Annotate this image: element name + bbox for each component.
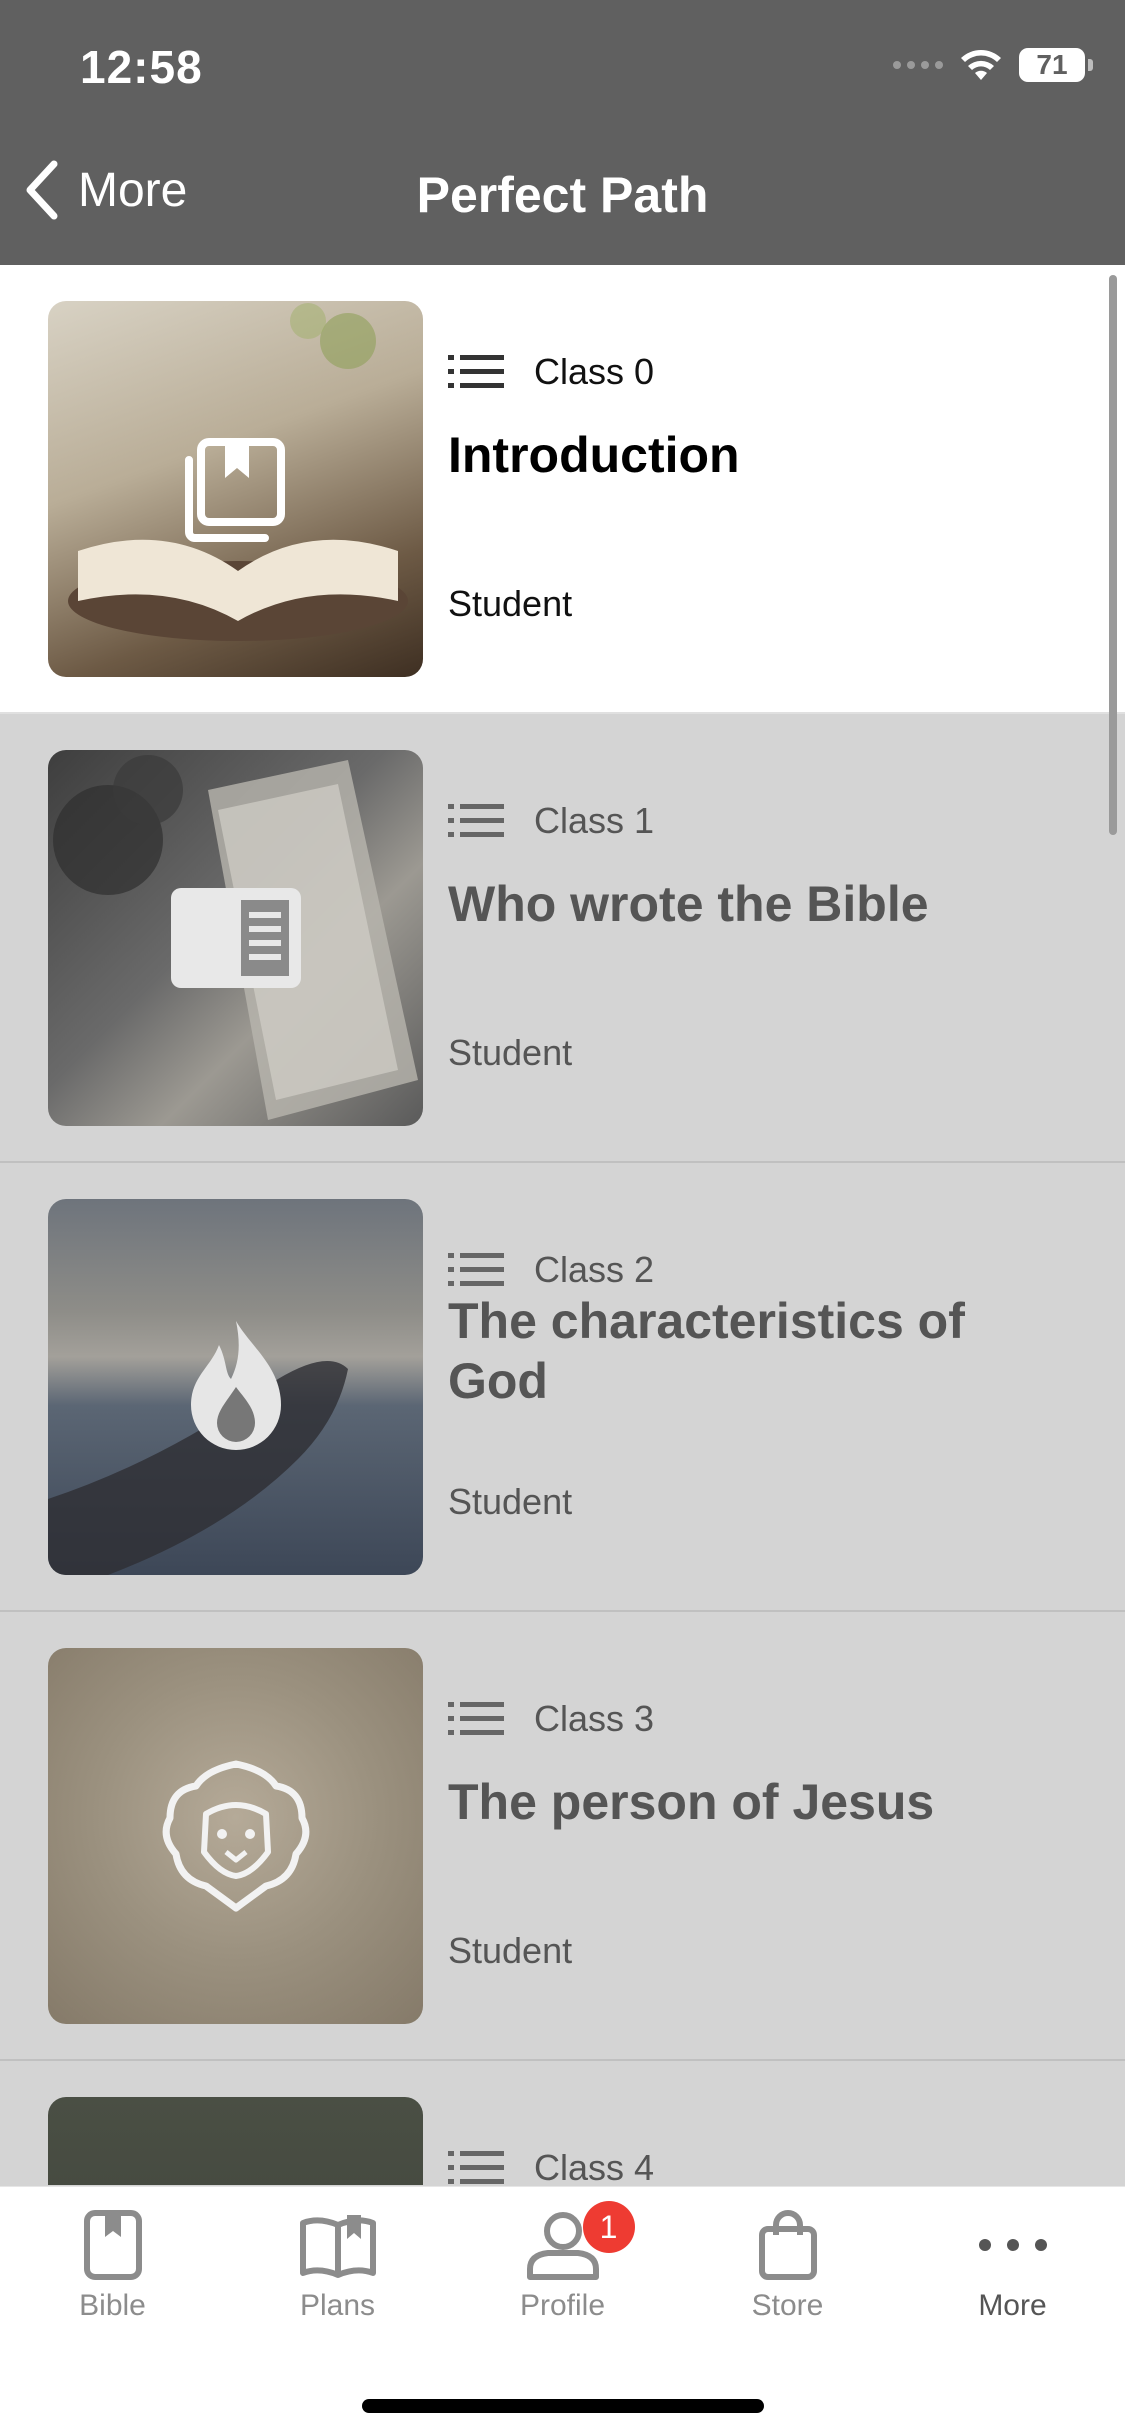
lesson-thumbnail xyxy=(48,2097,423,2185)
lesson-title: The person of Jesus xyxy=(448,1774,935,1830)
wifi-icon xyxy=(961,50,1001,80)
lesson-meta: Class 2 The characteristics of God Stude… xyxy=(448,1163,1068,1610)
lesson-thumbnail xyxy=(48,1648,423,2024)
list-item[interactable]: Class 3 The person of Jesus Student xyxy=(0,1612,1125,2061)
class-label: Class 4 xyxy=(534,2147,655,2185)
list-icon xyxy=(448,355,504,388)
lesson-author: Student xyxy=(448,1481,573,1522)
tab-store[interactable]: Store xyxy=(675,2187,900,2357)
tab-label: Plans xyxy=(299,2289,376,2322)
tab-label: More xyxy=(978,2289,1047,2322)
more-icon xyxy=(978,2239,1047,2251)
lesson-thumbnail xyxy=(48,750,423,1126)
lesson-author: Student xyxy=(448,1032,573,1073)
bible-icon xyxy=(83,2210,142,2280)
tab-plans[interactable]: Plans xyxy=(225,2187,450,2357)
class-label: Class 2 xyxy=(534,1249,655,1290)
home-indicator[interactable] xyxy=(362,2399,764,2413)
tab-profile[interactable]: 1 Profile xyxy=(450,2187,675,2357)
lesson-meta: Class 1 Who wrote the Bible Student xyxy=(448,714,1068,1161)
tab-label: Profile xyxy=(519,2289,606,2322)
class-label: Class 0 xyxy=(534,351,655,392)
list-item[interactable]: Class 1 Who wrote the Bible Student xyxy=(0,714,1125,1163)
nav-header: 12:58 71 More Perfect Path xyxy=(0,0,1125,265)
page-title: Perfect Path xyxy=(416,167,709,223)
lesson-thumbnail xyxy=(48,1199,423,1575)
reading-icon xyxy=(170,888,301,988)
status-icons: 71 xyxy=(893,48,1093,82)
tab-label: Store xyxy=(751,2289,824,2322)
list-icon xyxy=(448,1702,504,1735)
lesson-author: Student xyxy=(448,1930,573,1971)
lesson-meta: Class 0 Introduction Student xyxy=(448,265,1068,712)
lesson-title: The characteristics of God xyxy=(448,1293,965,1409)
battery-icon: 71 xyxy=(1019,48,1093,82)
list-icon xyxy=(448,1253,504,1286)
list-icon xyxy=(448,2151,504,2184)
bookmark-book-icon xyxy=(184,438,285,542)
tab-more[interactable]: More xyxy=(900,2187,1125,2357)
cellular-signal-icon xyxy=(893,61,943,69)
lesson-meta: Class 3 The person of Jesus Student xyxy=(448,1612,1068,2059)
list-item[interactable]: Class 2 The characteristics of God Stude… xyxy=(0,1163,1125,1612)
status-time: 12:58 xyxy=(80,41,203,93)
tab-bar: Bible Plans 1 Profile Store More xyxy=(0,2186,1125,2436)
class-label: Class 3 xyxy=(534,1698,655,1739)
flame-icon xyxy=(190,1321,281,1450)
list-item[interactable]: Class 4 xyxy=(0,2061,1125,2185)
notification-badge: 1 xyxy=(582,2201,635,2253)
list-item[interactable]: Class 0 Introduction Student xyxy=(0,265,1125,714)
lesson-title: Introduction xyxy=(448,427,740,483)
lesson-list[interactable]: Class 0 Introduction Student Class 1 Who… xyxy=(0,265,1125,2185)
list-icon xyxy=(448,804,504,837)
tab-label: Bible xyxy=(79,2289,146,2322)
scrollbar[interactable] xyxy=(1109,275,1117,835)
lion-icon xyxy=(162,1760,309,1912)
lesson-author: Student xyxy=(448,583,573,624)
store-icon xyxy=(758,2210,817,2280)
lesson-thumbnail xyxy=(48,301,423,677)
plans-icon xyxy=(299,2215,376,2278)
class-label: Class 1 xyxy=(534,800,655,841)
lesson-meta: Class 4 xyxy=(448,2061,1068,2185)
tab-bible[interactable]: Bible xyxy=(0,2187,225,2357)
lesson-title: Who wrote the Bible xyxy=(448,876,929,932)
